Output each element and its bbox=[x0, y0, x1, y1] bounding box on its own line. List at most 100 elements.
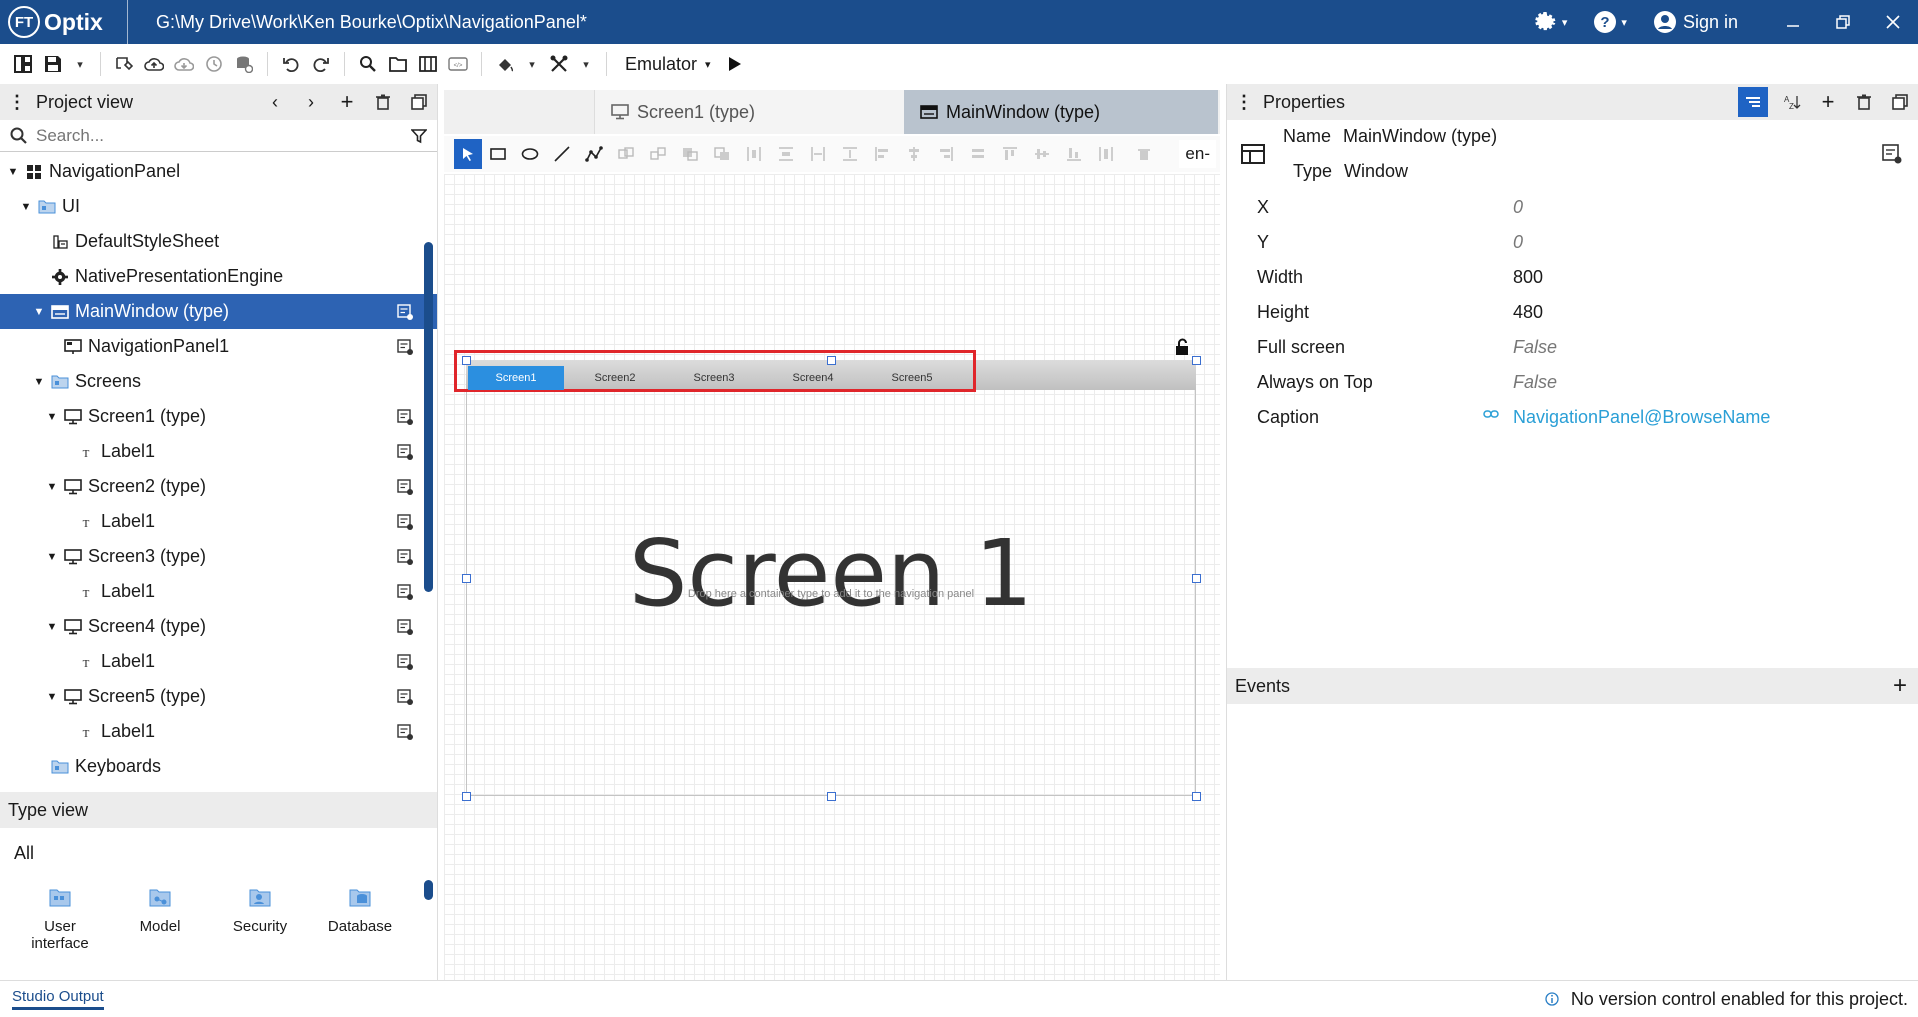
chevron-left-icon[interactable]: ‹ bbox=[257, 92, 293, 113]
tree-item[interactable]: ▼ Screen2 (type) bbox=[0, 469, 437, 504]
caret-down-icon[interactable]: ▼ bbox=[45, 551, 59, 563]
space-v-tool[interactable] bbox=[834, 139, 866, 169]
open-folder-button[interactable] bbox=[383, 49, 413, 79]
tree-item[interactable]: T Label1 bbox=[0, 574, 437, 609]
resize-handle-br[interactable] bbox=[1192, 792, 1201, 801]
sign-in-button[interactable]: Sign in bbox=[1653, 10, 1738, 34]
caret-down-icon[interactable]: ▼ bbox=[32, 306, 46, 318]
type-view-filter[interactable]: All bbox=[0, 828, 437, 878]
resize-handle-tl[interactable] bbox=[462, 356, 471, 365]
line-tool[interactable] bbox=[546, 139, 578, 169]
type-item[interactable]: User interface bbox=[10, 878, 110, 952]
property-value[interactable]: False bbox=[1513, 372, 1557, 393]
tab-mainwindow-type[interactable]: MainWindow (type) bbox=[904, 90, 1218, 134]
library-button[interactable] bbox=[413, 49, 443, 79]
name-value[interactable]: MainWindow (type) bbox=[1343, 126, 1497, 146]
space-h-tool[interactable] bbox=[802, 139, 834, 169]
add-icon[interactable]: + bbox=[329, 89, 365, 115]
edit-icon[interactable] bbox=[397, 583, 413, 600]
property-value[interactable]: False bbox=[1513, 337, 1557, 358]
align-right-tool[interactable] bbox=[930, 139, 962, 169]
property-row[interactable]: Full screen False bbox=[1227, 330, 1918, 365]
edit-icon[interactable] bbox=[397, 443, 413, 460]
nav-tab-screen5[interactable]: Screen5 bbox=[864, 366, 960, 390]
tree-item[interactable]: ▼ Screens bbox=[0, 364, 437, 399]
bring-front-tool[interactable] bbox=[674, 139, 706, 169]
tree-item[interactable]: NavigationPanel1 bbox=[0, 329, 437, 364]
panel-menu-icon[interactable]: ⋮ bbox=[1235, 92, 1253, 113]
design-canvas[interactable]: Screen 1 Drop here a container type to a… bbox=[444, 174, 1220, 980]
save-button[interactable] bbox=[38, 49, 68, 79]
tree-item[interactable]: NativePresentationEngine bbox=[0, 259, 437, 294]
tree-item[interactable]: Keyboards bbox=[0, 749, 437, 784]
tree-item[interactable]: ▼ Screen1 (type) bbox=[0, 399, 437, 434]
redo-button[interactable] bbox=[306, 49, 336, 79]
edit-icon[interactable] bbox=[397, 408, 413, 425]
property-row[interactable]: Height 480 bbox=[1227, 295, 1918, 330]
edit-icon[interactable] bbox=[397, 548, 413, 565]
distribute-v-tool[interactable] bbox=[770, 139, 802, 169]
polyline-tool[interactable] bbox=[578, 139, 610, 169]
property-row[interactable]: Y0 bbox=[1227, 225, 1918, 260]
type-item[interactable]: Model bbox=[110, 878, 210, 952]
distribute-h-tool[interactable] bbox=[738, 139, 770, 169]
style-button[interactable] bbox=[490, 49, 520, 79]
filter-icon[interactable] bbox=[411, 128, 427, 144]
caret-down-icon[interactable]: ▼ bbox=[6, 166, 20, 178]
tree-item[interactable]: T Label1 bbox=[0, 434, 437, 469]
edit-icon[interactable] bbox=[397, 653, 413, 670]
settings-menu[interactable]: ▾ bbox=[1534, 10, 1567, 34]
chevron-right-icon[interactable]: › bbox=[293, 92, 329, 113]
property-value[interactable]: 480 bbox=[1513, 302, 1543, 323]
help-menu[interactable]: ? ▾ bbox=[1593, 10, 1627, 34]
resize-handle-bl[interactable] bbox=[462, 792, 471, 801]
filter-list-button[interactable] bbox=[1738, 87, 1768, 117]
caret-down-icon[interactable]: ▼ bbox=[45, 411, 59, 423]
nav-tab-screen4[interactable]: Screen4 bbox=[765, 366, 861, 390]
tree-item[interactable]: ▼ UI bbox=[0, 189, 437, 224]
delete-icon[interactable] bbox=[365, 94, 401, 110]
edit-icon[interactable] bbox=[397, 338, 413, 355]
property-row[interactable]: Width 800 bbox=[1227, 260, 1918, 295]
code-button[interactable]: </> bbox=[443, 49, 473, 79]
send-back-tool[interactable] bbox=[706, 139, 738, 169]
style-menu-button[interactable]: ▾ bbox=[520, 49, 544, 79]
save-menu-button[interactable]: ▾ bbox=[68, 49, 92, 79]
search-input[interactable] bbox=[36, 125, 411, 146]
align-middle-tool[interactable] bbox=[1026, 139, 1058, 169]
emulator-select[interactable]: Emulator ▾ bbox=[625, 54, 711, 75]
panel-menu-icon[interactable]: ⋮ bbox=[8, 92, 26, 113]
tree-item[interactable]: ▼ MainWindow (type) bbox=[0, 294, 437, 329]
nav-tab-screen3[interactable]: Screen3 bbox=[666, 366, 762, 390]
caret-down-icon[interactable]: ▼ bbox=[32, 376, 46, 388]
edit-icon[interactable] bbox=[397, 478, 413, 495]
caret-down-icon[interactable]: ▼ bbox=[45, 621, 59, 633]
tree-scrollbar[interactable] bbox=[424, 242, 433, 592]
property-row[interactable]: Caption NavigationPanel@BrowseName bbox=[1227, 400, 1918, 435]
add-property-button[interactable]: + bbox=[1810, 87, 1846, 117]
property-value[interactable]: 800 bbox=[1513, 267, 1543, 288]
minimize-button[interactable] bbox=[1768, 0, 1818, 44]
property-value[interactable]: NavigationPanel@BrowseName bbox=[1513, 407, 1770, 428]
sort-az-button[interactable]: AZ bbox=[1774, 87, 1810, 117]
resize-handle-ml[interactable] bbox=[462, 574, 471, 583]
tree-item[interactable]: ▼ Screen4 (type) bbox=[0, 609, 437, 644]
screen-title-label[interactable]: Screen 1 bbox=[466, 520, 1196, 627]
type-item[interactable]: Security bbox=[210, 878, 310, 952]
property-row[interactable]: Always on Top False bbox=[1227, 365, 1918, 400]
download-button[interactable] bbox=[169, 49, 199, 79]
run-button[interactable] bbox=[719, 49, 749, 79]
undo-button[interactable] bbox=[276, 49, 306, 79]
caret-down-icon[interactable]: ▼ bbox=[19, 201, 33, 213]
edit-icon[interactable] bbox=[397, 513, 413, 530]
align-bottom-tool[interactable] bbox=[1058, 139, 1090, 169]
copy-icon[interactable] bbox=[401, 94, 437, 110]
align-center-tool[interactable] bbox=[898, 139, 930, 169]
tree-item[interactable]: ▼ Screen5 (type) bbox=[0, 679, 437, 714]
delete-tool[interactable] bbox=[1128, 139, 1160, 169]
tree-item[interactable]: T Label1 bbox=[0, 504, 437, 539]
caret-down-icon[interactable]: ▼ bbox=[45, 481, 59, 493]
layout-button[interactable] bbox=[8, 49, 38, 79]
add-event-icon[interactable]: + bbox=[1893, 672, 1907, 700]
tree-item[interactable]: T Label1 bbox=[0, 714, 437, 749]
